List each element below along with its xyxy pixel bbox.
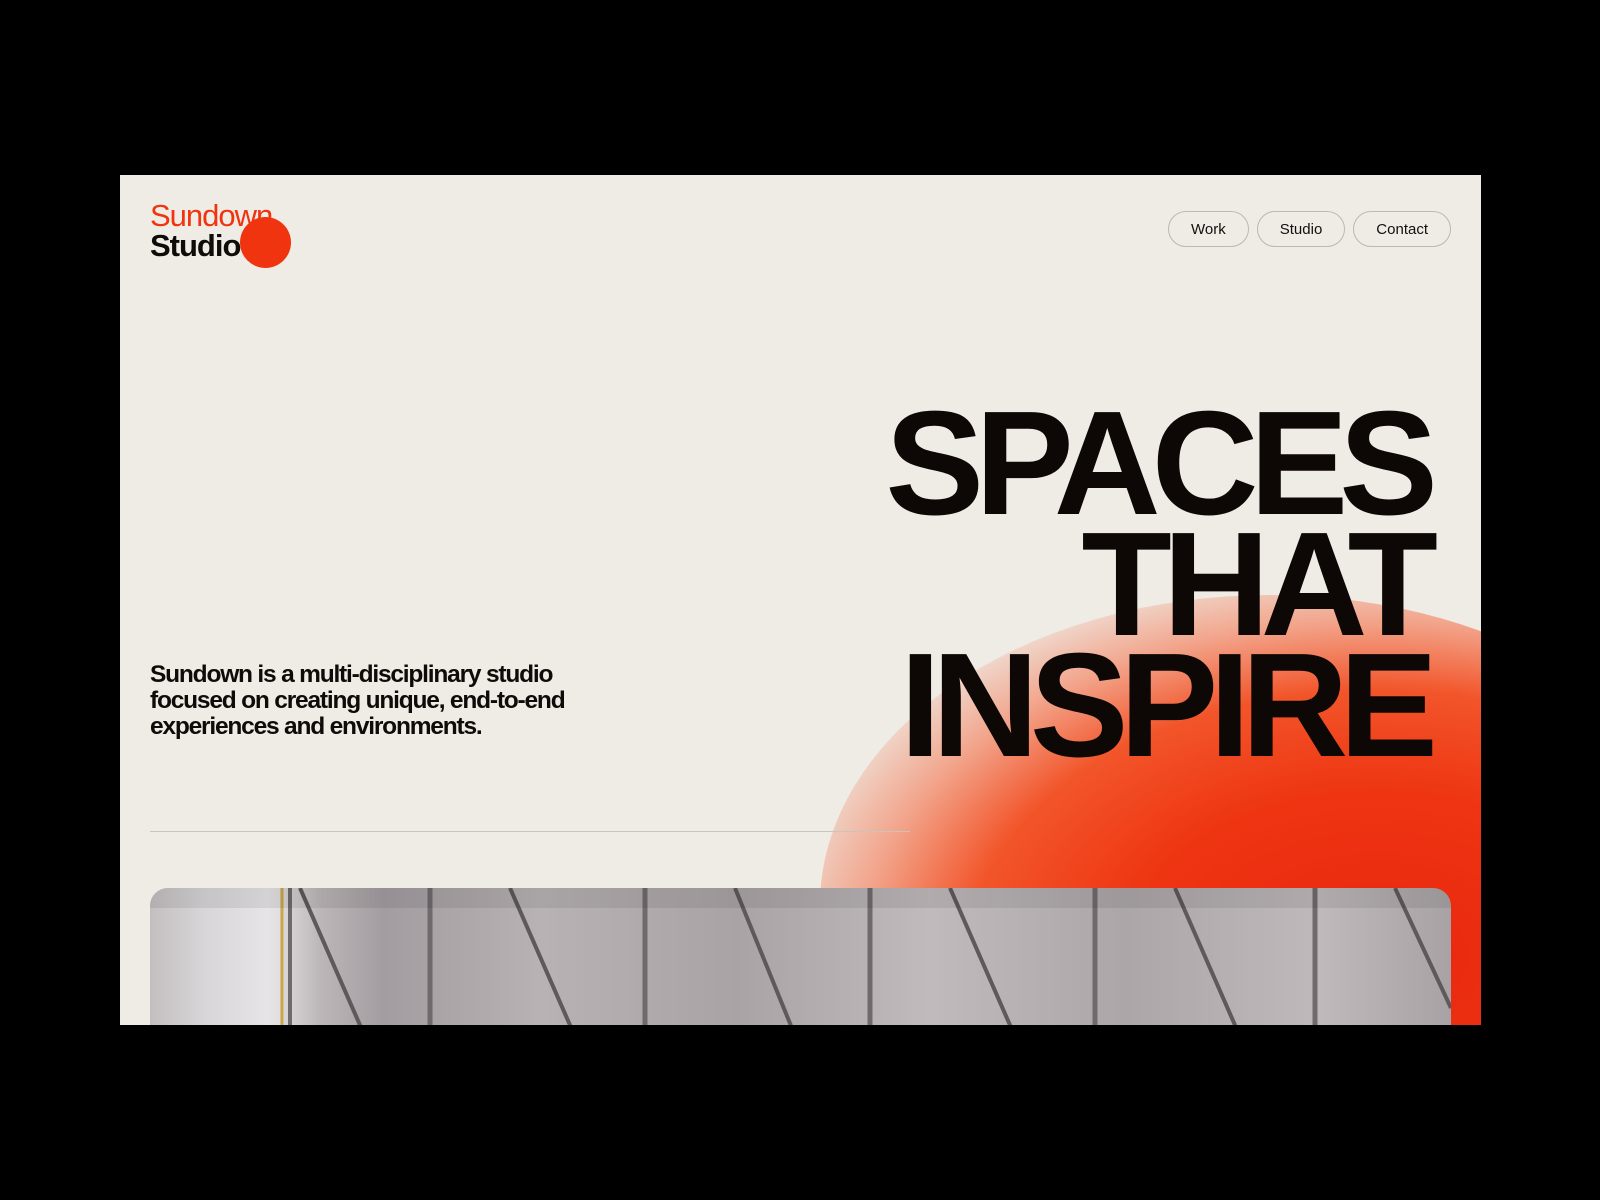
- nav-studio-button[interactable]: Studio: [1256, 211, 1346, 247]
- logo-wordmark-top: Sundown: [150, 198, 273, 233]
- website-page: Sundown Studio Work Studio Contact SPACE…: [120, 175, 1481, 1025]
- site-logo[interactable]: Sundown Studio: [150, 200, 300, 270]
- section-divider: [150, 831, 910, 832]
- logo-wordmark-bottom: Studio: [150, 228, 241, 263]
- nav-work-button[interactable]: Work: [1168, 211, 1249, 247]
- intro-paragraph: Sundown is a multi-disciplinary studio f…: [150, 661, 566, 740]
- hero-headline: SPACES THAT INSPIRE: [885, 390, 1438, 788]
- hero-photo: [150, 888, 1451, 1025]
- nav-contact-button[interactable]: Contact: [1353, 211, 1451, 247]
- main-nav: Work Studio Contact: [1168, 211, 1451, 247]
- hero-line-3: INSPIRE: [899, 623, 1438, 788]
- photo-glass-structure: [150, 888, 1451, 1025]
